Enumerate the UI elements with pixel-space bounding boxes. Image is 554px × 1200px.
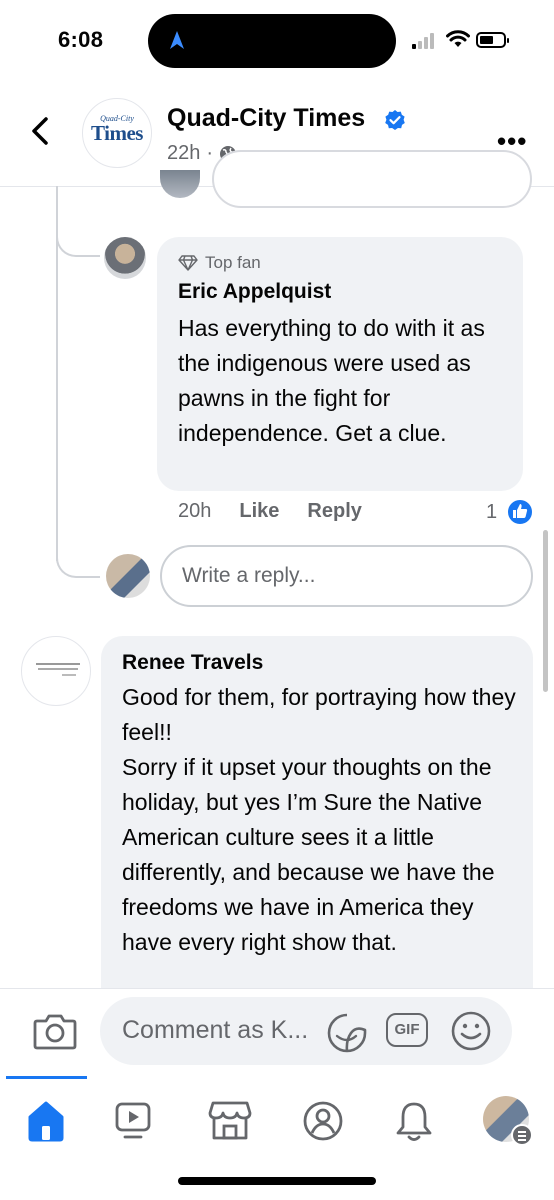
diamond-icon bbox=[178, 255, 198, 271]
top-fan-badge: Top fan bbox=[178, 253, 261, 273]
avatar[interactable] bbox=[104, 237, 146, 279]
active-tab-indicator bbox=[6, 1076, 87, 1079]
camera-icon[interactable] bbox=[33, 1012, 77, 1050]
comment-author[interactable]: Eric Appelquist bbox=[178, 280, 331, 304]
profile-icon[interactable] bbox=[302, 1100, 344, 1142]
avatar[interactable] bbox=[106, 554, 150, 598]
avatar[interactable] bbox=[160, 170, 200, 198]
meta-separator: · bbox=[206, 142, 214, 164]
comment-time: 20h bbox=[178, 500, 212, 522]
comment-text: Good for them, for portraying how they f… bbox=[122, 680, 522, 960]
comment-actions: 20h Like Reply bbox=[178, 500, 362, 523]
notifications-bell-icon[interactable] bbox=[394, 1100, 434, 1142]
menu-icon[interactable] bbox=[511, 1124, 533, 1146]
video-icon[interactable] bbox=[115, 1102, 151, 1140]
like-reaction-icon[interactable] bbox=[506, 498, 534, 526]
reply-button[interactable]: Reply bbox=[307, 500, 361, 523]
cellular-signal-icon bbox=[412, 33, 434, 49]
back-arrow-icon[interactable] bbox=[28, 116, 52, 146]
sticker-icon[interactable] bbox=[326, 1012, 368, 1054]
navigation-arrow-icon bbox=[170, 31, 184, 49]
reply-input[interactable]: Write a reply... bbox=[160, 545, 533, 607]
page-avatar[interactable]: Quad-City Times bbox=[82, 98, 152, 168]
gif-button[interactable]: GIF bbox=[386, 1013, 428, 1047]
home-indicator bbox=[178, 1177, 376, 1185]
comment-input-placeholder: Comment as K... bbox=[122, 1016, 309, 1044]
previous-comment-bubble bbox=[212, 150, 532, 208]
verified-badge-icon bbox=[385, 110, 405, 130]
page-title[interactable]: Quad-City Times bbox=[167, 104, 365, 133]
dynamic-island bbox=[148, 14, 396, 68]
status-time: 6:08 bbox=[58, 27, 104, 52]
comment-author[interactable]: Renee Travels bbox=[122, 651, 263, 675]
comment-text-line-2: Sorry if it upset your thoughts on the h… bbox=[122, 754, 495, 955]
thread-connector bbox=[56, 540, 100, 578]
top-fan-label: Top fan bbox=[205, 253, 261, 272]
comment-text: Has everything to do with it as the indi… bbox=[178, 315, 485, 446]
avatar-logo-text: Times bbox=[91, 121, 143, 145]
wifi-icon bbox=[446, 30, 470, 47]
emoji-icon[interactable] bbox=[450, 1010, 492, 1052]
thread-connector bbox=[56, 215, 100, 257]
marketplace-icon[interactable] bbox=[208, 1100, 252, 1142]
scrollbar[interactable] bbox=[543, 530, 548, 692]
battery-icon bbox=[476, 32, 509, 48]
avatar[interactable] bbox=[21, 636, 91, 706]
like-button[interactable]: Like bbox=[239, 500, 279, 523]
comment-text-line-1: Good for them, for portraying how they f… bbox=[122, 684, 516, 745]
home-icon[interactable] bbox=[24, 1100, 68, 1142]
reaction-count[interactable]: 1 bbox=[486, 501, 497, 524]
post-time: 22h bbox=[167, 142, 201, 164]
